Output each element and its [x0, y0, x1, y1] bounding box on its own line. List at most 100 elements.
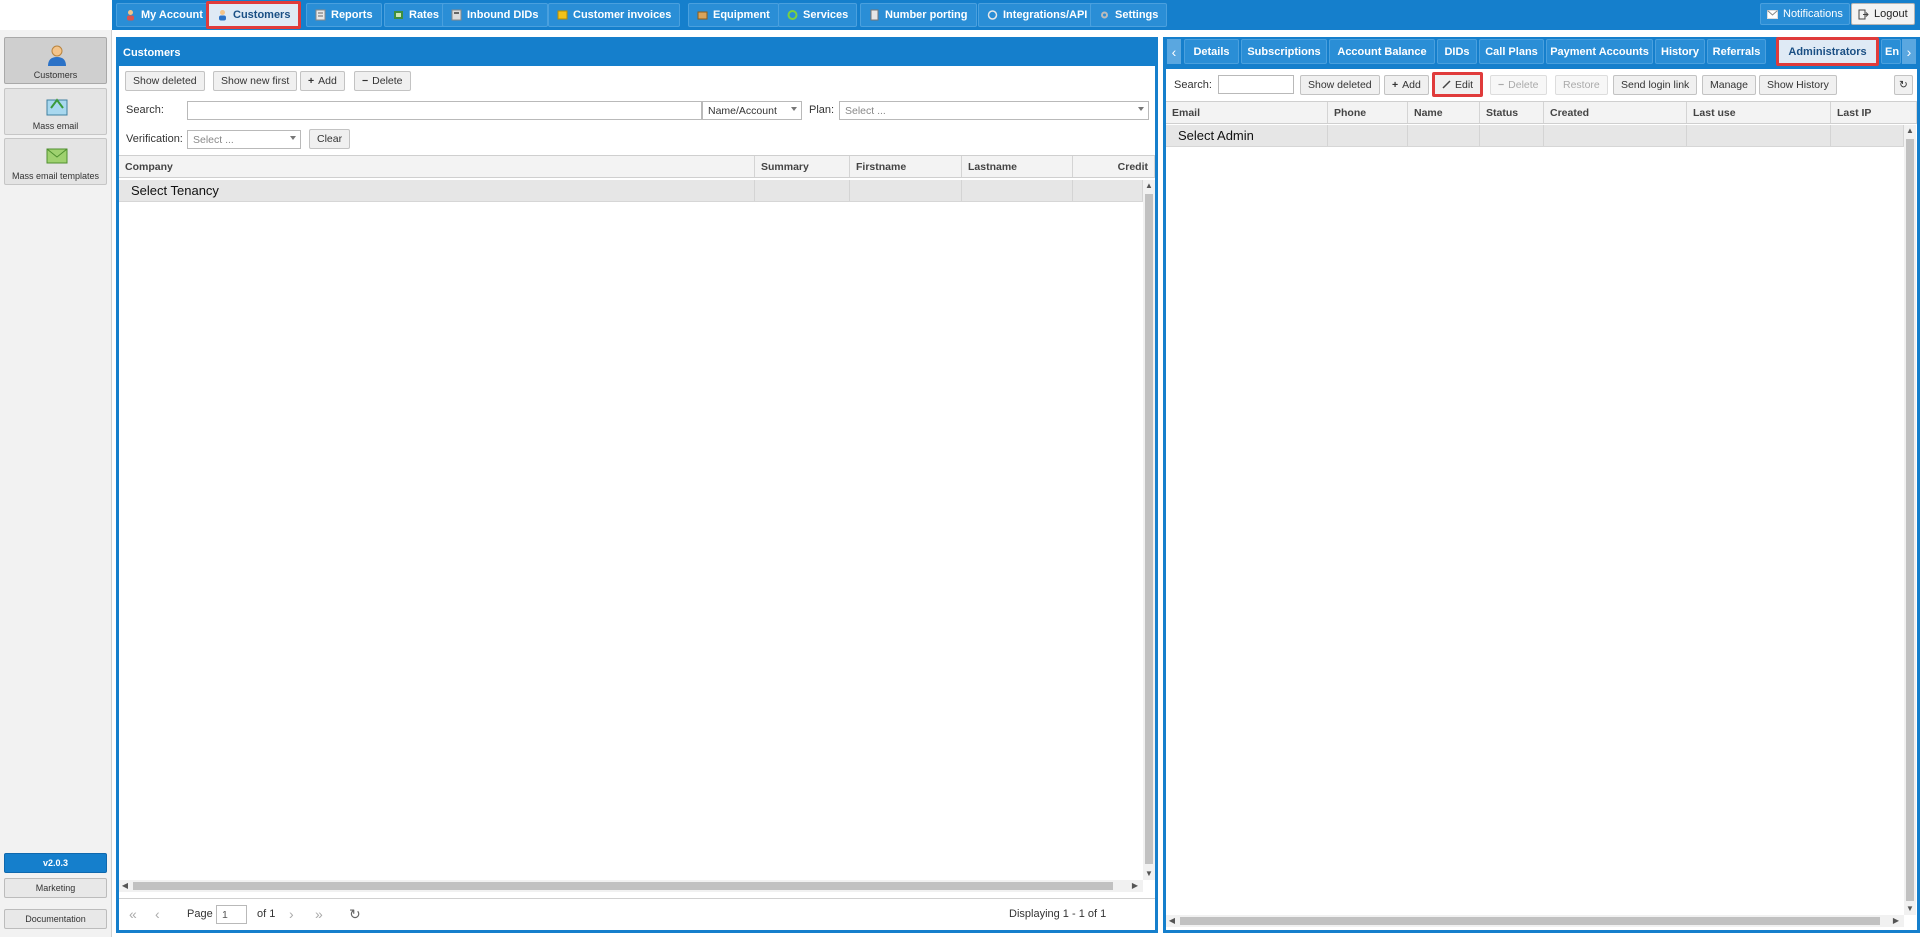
clear-filter-button[interactable]: Clear: [309, 129, 351, 149]
previous-page-icon[interactable]: ‹: [155, 906, 160, 922]
tab-account-balance[interactable]: Account Balance: [1329, 39, 1435, 64]
pencil-icon: [1442, 80, 1451, 89]
nav-tab-equipment[interactable]: Equipment: [688, 3, 779, 27]
admin-show-deleted-button[interactable]: Show deleted: [1300, 75, 1380, 95]
customers-horizontal-scrollbar[interactable]: ◀ ▶: [119, 880, 1143, 892]
column-header-last-ip[interactable]: Last IP: [1831, 102, 1917, 123]
add-admin-button[interactable]: + Add: [1384, 75, 1429, 95]
logout-button[interactable]: Logout: [1851, 3, 1915, 25]
refresh-button[interactable]: ↻: [1894, 75, 1913, 95]
sidebar-item-label: Mass email: [32, 121, 79, 131]
column-header-credit[interactable]: Credit: [1073, 156, 1155, 177]
tab-subscriptions[interactable]: Subscriptions: [1241, 39, 1327, 64]
first-page-icon[interactable]: «: [129, 906, 137, 922]
admins-vertical-scrollbar[interactable]: ▲ ▼: [1904, 125, 1916, 915]
scroll-right-icon[interactable]: ▶: [1129, 880, 1141, 892]
edit-admin-button[interactable]: Edit: [1432, 72, 1484, 97]
sidebar-item-mass-email-templates[interactable]: Mass email templates: [4, 138, 107, 185]
scroll-up-icon[interactable]: ▲: [1143, 180, 1155, 192]
admin-search-input[interactable]: [1218, 75, 1294, 94]
nav-tab-customer-invoices[interactable]: Customer invoices: [548, 3, 681, 27]
services-icon: [787, 10, 798, 20]
restore-admin-button[interactable]: Restore: [1555, 75, 1608, 95]
sidebar-item-mass-email[interactable]: Mass email: [4, 88, 107, 135]
table-cell-lastname: [962, 180, 1073, 201]
page-number-input[interactable]: 1: [216, 905, 247, 924]
column-header-lastname[interactable]: Lastname: [962, 156, 1073, 177]
tab-scroll-right-icon[interactable]: ›: [1902, 39, 1916, 64]
nav-tab-services[interactable]: Services: [778, 3, 858, 27]
column-header-email[interactable]: Email: [1166, 102, 1328, 123]
show-deleted-button[interactable]: Show deleted: [125, 71, 205, 91]
tab-details[interactable]: Details: [1184, 39, 1239, 64]
marketing-button[interactable]: Marketing: [4, 878, 107, 898]
show-new-first-button[interactable]: Show new first: [213, 71, 298, 91]
search-mode-select[interactable]: Name/Account: [702, 101, 802, 120]
delete-customer-button[interactable]: − Delete: [354, 71, 411, 91]
send-login-link-button[interactable]: Send login link: [1613, 75, 1698, 95]
tab-payment-accounts[interactable]: Payment Accounts: [1546, 39, 1653, 64]
show-history-button[interactable]: Show History: [1759, 75, 1837, 95]
scroll-up-icon[interactable]: ▲: [1904, 125, 1916, 137]
minus-icon: −: [362, 75, 369, 87]
report-icon: [315, 9, 326, 21]
scroll-thumb[interactable]: [1145, 194, 1153, 864]
tab-call-plans[interactable]: Call Plans: [1479, 39, 1544, 64]
column-header-phone[interactable]: Phone: [1328, 102, 1408, 123]
scroll-down-icon[interactable]: ▼: [1143, 868, 1155, 880]
table-row[interactable]: Select Tenancy: [119, 180, 1143, 202]
verification-select[interactable]: Select ...: [187, 130, 301, 149]
nav-tab-label: Customer invoices: [573, 9, 672, 21]
nav-tab-integrations-api[interactable]: Integrations/API: [978, 3, 1097, 27]
admins-horizontal-scrollbar[interactable]: ◀ ▶: [1166, 915, 1904, 927]
nav-tab-rates[interactable]: Rates: [384, 3, 448, 27]
customers-vertical-scrollbar[interactable]: ▲ ▼: [1143, 180, 1155, 880]
last-page-icon[interactable]: »: [315, 906, 323, 922]
scroll-right-icon[interactable]: ▶: [1890, 915, 1902, 927]
nav-tab-number-porting[interactable]: Number porting: [860, 3, 977, 27]
mass-email-icon: [46, 98, 68, 116]
add-customer-button[interactable]: + Add: [300, 71, 345, 91]
scroll-thumb[interactable]: [133, 882, 1113, 890]
scroll-thumb[interactable]: [1180, 917, 1880, 925]
nav-tab-customers[interactable]: Customers: [206, 1, 302, 29]
refresh-icon: ↻: [1899, 79, 1908, 91]
table-cell-credit: [1073, 180, 1143, 201]
column-header-created[interactable]: Created: [1544, 102, 1687, 123]
tab-referrals[interactable]: Referrals: [1707, 39, 1766, 64]
scroll-down-icon[interactable]: ▼: [1904, 903, 1916, 915]
nav-tab-reports[interactable]: Reports: [306, 3, 382, 27]
nav-tab-settings[interactable]: Settings: [1090, 3, 1168, 27]
tab-en[interactable]: En: [1881, 39, 1901, 64]
admins-grid-header: Email Phone Name Status Created Last use…: [1166, 101, 1917, 124]
customer-search-input[interactable]: [187, 101, 702, 120]
table-cell-firstname: [850, 180, 962, 201]
nav-tab-my-account[interactable]: My Account: [116, 3, 212, 27]
column-header-firstname[interactable]: Firstname: [850, 156, 962, 177]
column-header-company[interactable]: Company: [119, 156, 755, 177]
scroll-left-icon[interactable]: ◀: [119, 880, 131, 892]
column-header-last-use[interactable]: Last use: [1687, 102, 1831, 123]
column-header-summary[interactable]: Summary: [755, 156, 850, 177]
column-header-name[interactable]: Name: [1408, 102, 1480, 123]
edit-label: Edit: [1455, 78, 1474, 91]
tab-history[interactable]: History: [1655, 39, 1705, 64]
sidebar-item-customers[interactable]: Customers: [4, 37, 107, 84]
documentation-button[interactable]: Documentation: [4, 909, 107, 929]
tab-dids[interactable]: DIDs: [1437, 39, 1477, 64]
notifications-button[interactable]: Notifications: [1760, 3, 1850, 25]
scroll-thumb[interactable]: [1906, 139, 1914, 901]
nav-tab-label: Inbound DIDs: [467, 9, 539, 21]
tab-administrators[interactable]: Administrators: [1776, 37, 1879, 66]
plan-select[interactable]: Select ...: [839, 101, 1149, 120]
delete-admin-button[interactable]: − Delete: [1490, 75, 1547, 95]
next-page-icon[interactable]: ›: [289, 906, 294, 922]
scroll-left-icon[interactable]: ◀: [1166, 915, 1178, 927]
manage-button[interactable]: Manage: [1702, 75, 1756, 95]
customers-icon: [48, 45, 66, 66]
tab-scroll-left-icon[interactable]: ‹: [1167, 39, 1181, 64]
column-header-status[interactable]: Status: [1480, 102, 1544, 123]
table-row[interactable]: Select Admin: [1166, 125, 1904, 147]
refresh-icon[interactable]: ↻: [349, 906, 361, 923]
nav-tab-inbound-dids[interactable]: Inbound DIDs: [442, 3, 548, 27]
